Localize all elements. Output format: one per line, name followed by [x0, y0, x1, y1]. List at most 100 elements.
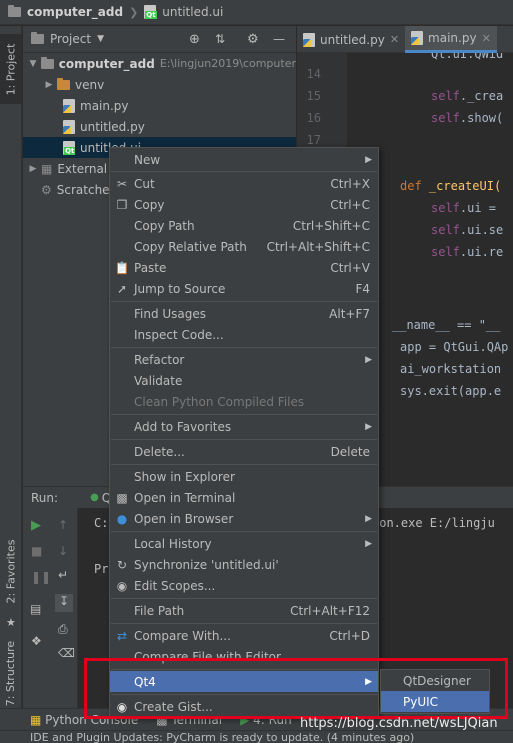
console-line: C:	[94, 516, 109, 530]
layout-icon[interactable]: ▤	[30, 602, 41, 616]
menu-item-jump-to-source[interactable]: ➚ Jump to Source F4	[110, 278, 378, 299]
code-token: self	[431, 201, 460, 215]
menu-item-label: Validate	[134, 373, 183, 388]
menu-item-copy-relative-path[interactable]: Copy Relative Path Ctrl+Alt+Shift+C	[110, 236, 378, 257]
pin-icon[interactable]: ❖	[31, 634, 42, 648]
structure-tool-tab[interactable]: 7: Structure	[0, 636, 22, 711]
menu-item-refactor[interactable]: Refactor ▶	[110, 349, 378, 370]
collapse-all-icon[interactable]: ⇅	[215, 32, 225, 46]
python-file-icon	[303, 32, 315, 47]
code-token: ._crea	[459, 89, 504, 103]
hide-panel-icon[interactable]: —	[273, 32, 285, 46]
code-token: .ui.se	[459, 223, 504, 237]
scroll-to-end-icon[interactable]: ↧	[55, 594, 73, 612]
chevron-down-icon[interactable]: ▼	[97, 34, 104, 44]
menu-item-delete[interactable]: Delete... Delete	[110, 441, 378, 462]
menu-item-cut[interactable]: ✂ Cut Ctrl+X	[110, 173, 378, 194]
collapse-arrow-icon[interactable]: ▶	[27, 164, 39, 174]
library-icon: ▦	[41, 161, 53, 176]
stop-icon[interactable]: ■	[31, 544, 42, 558]
menu-separator	[111, 598, 377, 599]
breadcrumb-file[interactable]: untitled.ui	[162, 5, 223, 19]
menu-item-clean-python-compiled-files: Clean Python Compiled Files	[110, 391, 378, 412]
line-number: 16	[306, 111, 321, 125]
tree-item-label: venv	[75, 77, 105, 92]
menu-item-validate[interactable]: Validate	[110, 370, 378, 391]
tree-item-label: Scratche	[56, 182, 110, 197]
compare-icon: ⇄	[116, 628, 128, 643]
trash-icon[interactable]: ⌫	[58, 646, 75, 660]
terminal-icon: ▩	[116, 490, 128, 505]
menu-separator	[111, 171, 377, 172]
tree-item-path: E:\lingjun2019\computer	[159, 57, 296, 70]
collapse-arrow-icon[interactable]: ▶	[43, 80, 55, 90]
menu-item-label: Find Usages	[134, 306, 207, 321]
console-line-tail: hon.exe E:/lingju	[372, 516, 495, 530]
run-config-icon: ●	[90, 492, 99, 503]
menu-separator	[111, 623, 377, 624]
expand-arrow-icon[interactable]: ▼	[27, 59, 39, 69]
python-console-icon: ▦	[30, 712, 42, 727]
favorites-tool-tab[interactable]: 2: Favorites	[0, 531, 22, 611]
menu-item-compare-with[interactable]: ⇄ Compare With... Ctrl+D	[110, 625, 378, 646]
project-view-selector[interactable]: Project	[50, 32, 91, 46]
code-line: ai_workstation	[400, 362, 502, 376]
down-arrow-icon[interactable]: ↓	[58, 544, 68, 558]
menu-item-inspect-code[interactable]: Inspect Code...	[110, 324, 378, 345]
project-tool-tab[interactable]: 1: Project	[0, 34, 22, 104]
pause-icon[interactable]: ❚❚	[31, 570, 51, 584]
qt-file-icon	[63, 140, 76, 155]
soft-wrap-icon[interactable]: ↵	[58, 568, 68, 582]
locate-icon[interactable]: ⊕	[189, 32, 200, 47]
code-token: .ui.re	[459, 245, 504, 259]
menu-item-file-path[interactable]: File Path Ctrl+Alt+F12	[110, 600, 378, 621]
rerun-icon[interactable]: ▶	[31, 518, 41, 533]
tab-label: untitled.py	[320, 32, 385, 47]
menu-item-label: Copy Relative Path	[134, 239, 247, 254]
menu-item-synchronize[interactable]: ↻ Synchronize 'untitled.ui'	[110, 554, 378, 575]
menu-item-new[interactable]: New ▶	[110, 149, 378, 170]
tree-item-main-py[interactable]: main.py	[23, 95, 296, 116]
menu-item-edit-scopes[interactable]: ◉ Edit Scopes...	[110, 575, 378, 596]
copy-icon: ❐	[116, 197, 128, 212]
menu-item-label: Add to Favorites	[134, 419, 232, 434]
scissors-icon: ✂	[116, 176, 128, 191]
menu-item-label: Delete...	[134, 444, 185, 459]
tree-item-label: untitled.py	[80, 119, 145, 134]
menu-item-copy-path[interactable]: Copy Path Ctrl+Shift+C	[110, 215, 378, 236]
tree-item-label: computer_add	[58, 56, 155, 71]
menu-item-local-history[interactable]: Local History ▶	[110, 533, 378, 554]
code-token: self	[431, 89, 460, 103]
status-message[interactable]: IDE and Plugin Updates: PyCharm is ready…	[30, 731, 414, 743]
tab-untitled-py[interactable]: untitled.py ✕	[297, 26, 405, 53]
close-icon[interactable]: ✕	[482, 32, 491, 45]
sync-icon: ↻	[116, 557, 128, 572]
menu-item-paste[interactable]: 📋 Paste Ctrl+V	[110, 257, 378, 278]
tree-item-venv[interactable]: ▶ venv	[23, 74, 296, 95]
up-arrow-icon[interactable]: ↑	[58, 518, 68, 532]
gear-icon[interactable]: ⚙	[247, 32, 259, 47]
tab-main-py[interactable]: main.py ✕	[405, 26, 497, 53]
menu-item-find-usages[interactable]: Find Usages Alt+F7	[110, 303, 378, 324]
menu-item-copy[interactable]: ❐ Copy Ctrl+C	[110, 194, 378, 215]
tree-item-untitled-py[interactable]: untitled.py	[23, 116, 296, 137]
print-icon[interactable]: ⎙	[58, 622, 68, 637]
menu-separator	[111, 464, 377, 465]
menu-item-open-in-terminal[interactable]: ▩ Open in Terminal	[110, 487, 378, 508]
qt-file-icon	[144, 5, 157, 19]
menu-item-open-in-browser[interactable]: ● Open in Browser ▶	[110, 508, 378, 529]
menu-item-show-in-explorer[interactable]: Show in Explorer	[110, 466, 378, 487]
project-view-icon	[31, 32, 44, 44]
menu-item-add-to-favorites[interactable]: Add to Favorites ▶	[110, 416, 378, 437]
breadcrumb-project[interactable]: computer_add	[27, 5, 123, 19]
console-line: Pr	[94, 562, 109, 576]
code-line: self.ui.se	[431, 223, 503, 237]
code-line: sys.exit(app.e	[400, 384, 502, 398]
jump-to-source-icon: ➚	[116, 281, 128, 296]
close-icon[interactable]: ✕	[390, 33, 399, 46]
code-token: .ui =	[459, 201, 504, 215]
menu-item-label: Show in Explorer	[134, 469, 235, 484]
code-editor-lower[interactable]: __name__ == "__ app = QtGui.QAp ai_works…	[380, 290, 513, 430]
tree-item-project-root[interactable]: ▼ computer_add E:\lingjun2019\computer	[23, 53, 296, 74]
scope-icon: ◉	[116, 578, 128, 593]
